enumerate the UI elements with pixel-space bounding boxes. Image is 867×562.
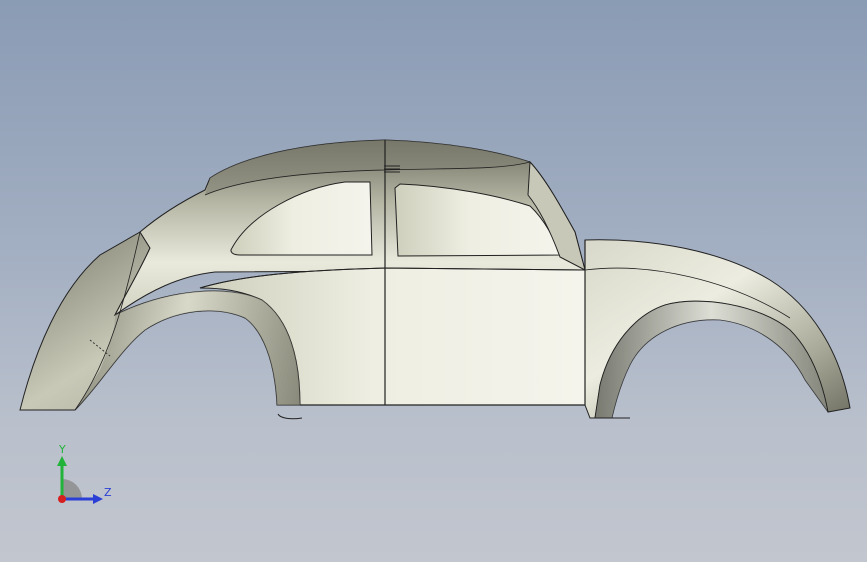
- triad-quadrant: [62, 479, 82, 499]
- triad-y-label: Y: [58, 443, 66, 456]
- triad-x-axis-dot: [58, 495, 66, 503]
- triad-z-arrow: [93, 494, 103, 504]
- triad-z-label: Z: [104, 486, 112, 499]
- sill-bracket: [277, 413, 303, 420]
- graphics-viewport[interactable]: Y Z: [0, 0, 867, 562]
- orientation-triad: Y Z: [57, 443, 112, 504]
- side-panel[interactable]: [199, 267, 586, 406]
- front-fender[interactable]: [584, 239, 851, 419]
- car-body-model[interactable]: [0, 0, 867, 562]
- triad-y-arrow: [57, 456, 67, 466]
